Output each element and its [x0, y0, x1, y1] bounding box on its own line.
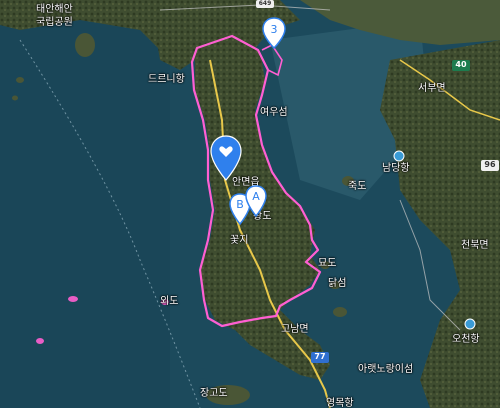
map-viewport[interactable]: 태안해안 국립공원 드르니항 여우섬 안면읍 죽도 남당항 서부면 천북면 꽃지… [0, 0, 500, 408]
areppnorang-label: 아랫노랑이섬 [358, 364, 414, 375]
janggodo-label: 장고도 [200, 388, 228, 399]
yeouseom-label: 여우섬 [260, 107, 288, 118]
myodo-label: 묘도 [318, 258, 337, 269]
national-park-label-line2: 국립공원 [36, 17, 73, 28]
harbor-icon [464, 318, 476, 330]
kkotji-label: 꽃지 [230, 235, 249, 246]
harbor-icon [393, 150, 405, 162]
map-pin-3-label: 3 [271, 23, 278, 36]
dalseom-label: 닭섬 [328, 278, 347, 289]
gonam-label: 고남면 [281, 324, 309, 335]
cheonbuk-label: 천북면 [461, 240, 489, 251]
map-pin-a-label: A [252, 190, 260, 203]
bottom-place-label: 영목항 [326, 398, 354, 408]
oedo-label: 외도 [160, 296, 179, 307]
ocheon-label: 오천항 [452, 334, 480, 345]
map-pin-b-label: B [236, 198, 244, 211]
namdang-label: 남당항 [382, 163, 410, 174]
juksdo-label: 죽도 [348, 181, 367, 192]
seobu-label: 서부면 [418, 83, 446, 94]
road-shield-649: 649 [256, 0, 274, 8]
map-pin-a[interactable]: A [245, 185, 267, 217]
national-park-label-line1: 태안해안 [36, 4, 73, 15]
road-shield-96: 96 [481, 160, 499, 171]
road-shield-40: 40 [452, 60, 470, 71]
road-shield-77: 77 [311, 352, 329, 363]
location-pin-icon[interactable] [210, 135, 242, 181]
map-pin-3[interactable]: 3 [262, 17, 286, 49]
drunamu-label: 드르니항 [148, 74, 185, 85]
